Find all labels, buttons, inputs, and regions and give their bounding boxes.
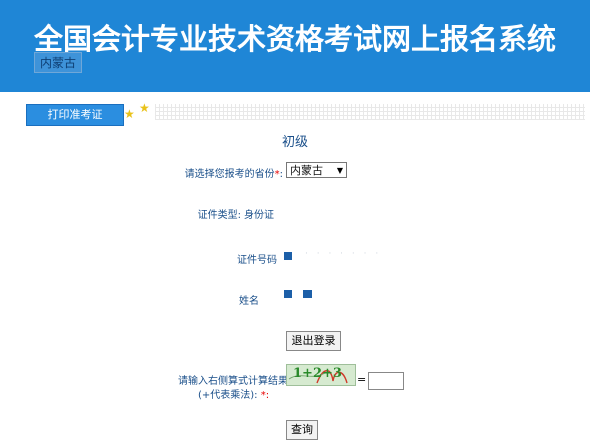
captcha-label: 请输入右侧算式计算结果	[178, 376, 288, 387]
star-icon: ★	[124, 107, 135, 121]
id-number-masked-dots: · · · · · · ·	[305, 249, 382, 259]
id-number-redaction	[284, 252, 292, 260]
province-label: 请选择您报考的省份*:	[184, 169, 283, 180]
equals-sign: =	[357, 373, 367, 386]
dropdown-arrow-icon[interactable]: ▼	[337, 163, 343, 179]
captcha-text: 1+2+3	[293, 366, 342, 381]
star-icon: ★	[139, 101, 150, 115]
captcha-note: (+代表乘法): *:	[198, 390, 270, 401]
header-banner: 全国会计专业技术资格考试网上报名系统 内蒙古	[0, 0, 590, 92]
system-title: 全国会计专业技术资格考试网上报名系统	[33, 22, 556, 56]
query-button[interactable]: 查询	[286, 420, 318, 440]
captcha-answer-input[interactable]	[368, 372, 404, 390]
name-redaction	[284, 290, 292, 298]
province-tag: 内蒙古	[34, 52, 83, 73]
province-select[interactable]: 内蒙古 ▼	[286, 162, 347, 178]
logout-button[interactable]: 退出登录	[286, 331, 341, 351]
exam-level-title: 初级	[281, 135, 308, 150]
province-select-value: 内蒙古	[290, 164, 323, 177]
print-admission-ticket-tab[interactable]: 打印准考证	[26, 104, 124, 126]
id-type-label: 证件类型:	[197, 210, 241, 221]
captcha-image[interactable]: 1+2+3	[286, 364, 356, 386]
name-redaction	[303, 290, 312, 298]
id-number-label: 证件号码	[237, 255, 277, 266]
nav-strip	[155, 104, 585, 120]
name-label: 姓名	[239, 296, 259, 307]
id-type-value: 身份证	[244, 210, 274, 221]
